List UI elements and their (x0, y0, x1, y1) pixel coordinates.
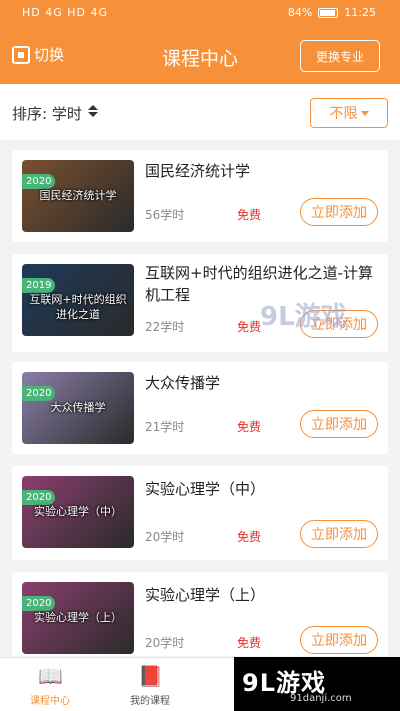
thumbnail-caption: 国民经济统计学 (39, 189, 117, 202)
course-title[interactable]: 国民经济统计学 (145, 160, 378, 182)
thumbnail-caption: 大众传播学 (50, 401, 106, 414)
course-hours: 20学时 (145, 636, 185, 650)
year-badge: 2020 (22, 596, 56, 611)
year-badge: 2020 (22, 386, 56, 401)
sort-arrows-icon[interactable] (88, 103, 98, 119)
course-price: 免费 (237, 320, 262, 334)
filter-bar: 排序: 学时 不限 (0, 84, 400, 140)
add-course-button[interactable]: 立即添加 (300, 198, 378, 226)
limit-dropdown[interactable]: 不限 (310, 98, 388, 128)
course-thumbnail: 2019 互联网+时代的组织进化之道 (22, 264, 134, 336)
caret-down-icon (360, 110, 369, 116)
course-price: 免费 (237, 420, 262, 434)
course-card[interactable]: 2020 国民经济统计学 国民经济统计学 56学时 免费 立即添加 (12, 150, 388, 242)
signal-indicator: HD 4G HD 4G (22, 6, 109, 19)
course-price: 免费 (237, 636, 262, 650)
battery-percent: 84% (287, 6, 313, 19)
year-badge: 2020 (22, 490, 56, 505)
add-course-button[interactable]: 立即添加 (300, 520, 378, 548)
course-price: 免费 (237, 530, 262, 544)
sort-selector[interactable]: 排序: 学时 (12, 103, 82, 124)
book-open-icon: 📖 (38, 664, 63, 688)
watermark-banner: 9L游戏 91danji.com (234, 657, 400, 711)
add-course-button[interactable]: 立即添加 (300, 626, 378, 654)
watermark-logo: 9L游戏 (260, 302, 347, 332)
nav-label: 我的课程 (130, 696, 170, 707)
course-thumbnail: 2020 实验心理学（中） (22, 476, 134, 548)
course-card[interactable]: 2020 实验心理学（上） 实验心理学（上） 20学时 免费 立即添加 (12, 572, 388, 656)
limit-label: 不限 (329, 106, 358, 122)
year-badge: 2019 (22, 278, 56, 293)
course-hours: 56学时 (145, 208, 185, 222)
course-price: 免费 (237, 208, 262, 222)
course-title[interactable]: 实验心理学（中） (145, 478, 378, 500)
clock: 11:25 (344, 6, 376, 19)
course-hours: 20学时 (145, 530, 185, 544)
add-course-button[interactable]: 立即添加 (300, 410, 378, 438)
app-header: HD 4G HD 4G 84% 11:25 切换 课程中心 更换专业 (0, 0, 400, 84)
course-hours: 21学时 (145, 420, 185, 434)
thumbnail-caption: 互联网+时代的组织进化之道 (29, 293, 127, 321)
course-card[interactable]: 2020 大众传播学 大众传播学 21学时 免费 立即添加 (12, 362, 388, 454)
nav-label: 课程中心 (30, 696, 70, 707)
year-badge: 2020 (22, 174, 56, 189)
nav-course-center[interactable]: 📖 课程中心 (10, 664, 90, 707)
watermark-url: 91danji.com (290, 693, 352, 704)
status-bar: HD 4G HD 4G 84% 11:25 (0, 0, 400, 28)
nav-my-courses[interactable]: 📕 我的课程 (110, 664, 190, 707)
course-thumbnail: 2020 大众传播学 (22, 372, 134, 444)
thumbnail-caption: 实验心理学（上） (34, 611, 122, 624)
thumbnail-caption: 实验心理学（中） (34, 505, 122, 518)
battery-icon (318, 7, 339, 18)
course-title[interactable]: 大众传播学 (145, 372, 378, 394)
book-icon: 📕 (138, 664, 163, 688)
course-hours: 22学时 (145, 320, 185, 334)
change-major-button[interactable]: 更换专业 (300, 40, 380, 72)
status-right: 84% 11:25 (288, 6, 376, 19)
course-thumbnail: 2020 实验心理学（上） (22, 582, 134, 654)
course-thumbnail: 2020 国民经济统计学 (22, 160, 134, 232)
course-card[interactable]: 2020 实验心理学（中） 实验心理学（中） 20学时 免费 立即添加 (12, 466, 388, 560)
course-title[interactable]: 实验心理学（上） (145, 584, 378, 606)
